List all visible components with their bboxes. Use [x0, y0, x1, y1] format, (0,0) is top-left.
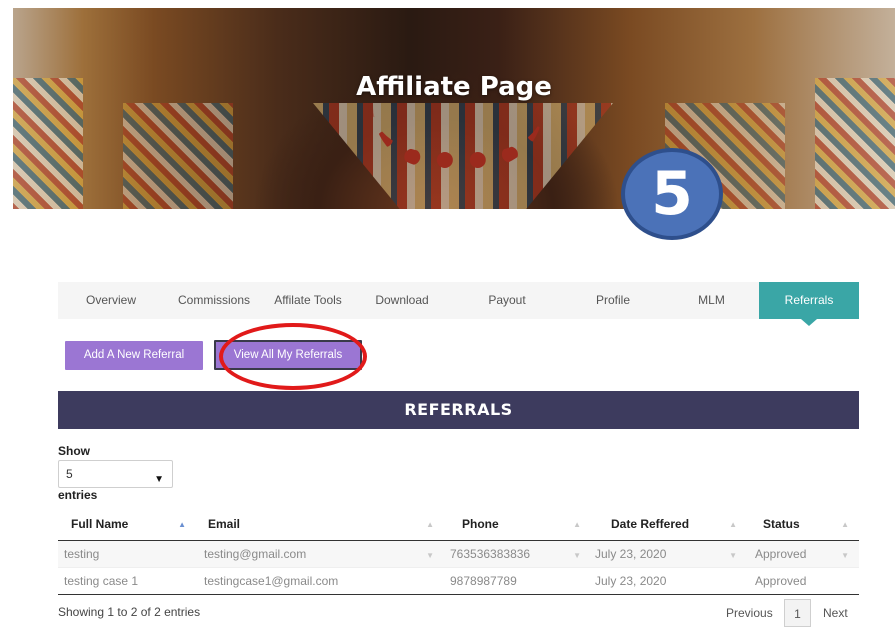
column-header-phone[interactable]: Phone ▲ ▼ — [444, 509, 589, 560]
tab-mlm[interactable]: MLM — [664, 282, 759, 319]
sort-icon: ▲ ▼ — [573, 520, 581, 560]
cell-phone: 763536383836 — [450, 547, 531, 561]
column-label: Email — [208, 517, 241, 531]
cell-phone: 9878987789 — [450, 574, 517, 588]
referrals-table: Full Name ▲ Email ▲ ▼ Phone ▲ ▼ Date Reffe… — [58, 509, 859, 595]
view-all-referrals-button[interactable]: View All My Referrals — [214, 340, 362, 370]
cell-date-referred: July 23, 2020 — [595, 574, 667, 588]
table-header-row: Full Name ▲ Email ▲ ▼ Phone ▲ ▼ Date Reffe… — [58, 509, 859, 560]
sort-icon: ▲ ▼ — [841, 520, 849, 560]
entries-per-page-select[interactable]: 5 ▼ — [58, 460, 173, 488]
tab-bar: Overview Commissions Affilate Tools Down… — [58, 282, 859, 326]
column-label: Full Name — [71, 517, 129, 531]
tab-commissions[interactable]: Commissions — [164, 282, 264, 319]
column-header-date-referred[interactable]: Date Reffered ▲ ▼ — [589, 509, 749, 560]
table-info-text: Showing 1 to 2 of 2 entries — [58, 605, 201, 619]
pagination-page-1[interactable]: 1 — [784, 599, 811, 627]
pagination-next[interactable]: Next — [823, 599, 848, 627]
cell-full-name: testing — [64, 547, 100, 561]
cell-date-referred: July 23, 2020 — [595, 547, 667, 561]
show-label: Show — [58, 444, 90, 458]
step-number-badge: 5 — [621, 148, 723, 240]
column-label: Date Reffered — [611, 517, 690, 531]
sort-icon: ▲ ▼ — [729, 520, 737, 560]
column-header-status[interactable]: Status ▲ ▼ — [749, 509, 859, 560]
entries-select-value: 5 — [66, 467, 73, 481]
table-row: testing case 1 testingcase1@gmail.com 98… — [58, 568, 859, 595]
column-label: Phone — [462, 517, 499, 531]
add-new-referral-button[interactable]: Add A New Referral — [65, 341, 203, 370]
tab-payout[interactable]: Payout — [452, 282, 562, 319]
tab-affiliate-tools[interactable]: Affilate Tools — [264, 282, 352, 319]
column-header-full-name[interactable]: Full Name ▲ — [58, 509, 198, 540]
sort-ascending-icon: ▲ — [178, 520, 186, 529]
column-header-email[interactable]: Email ▲ ▼ — [198, 509, 444, 560]
sort-icon: ▲ ▼ — [426, 520, 434, 560]
fabric-pattern-left-inner — [123, 103, 233, 209]
tab-download[interactable]: Download — [352, 282, 452, 319]
pagination-previous[interactable]: Previous — [726, 599, 773, 627]
column-label: Status — [763, 517, 800, 531]
hero-banner: Affiliate Page — [13, 8, 895, 209]
cell-status: Approved — [755, 574, 807, 588]
chevron-down-icon: ▼ — [154, 474, 164, 485]
tab-profile[interactable]: Profile — [562, 282, 664, 319]
referrals-section-header: REFERRALS — [58, 391, 859, 429]
tab-overview[interactable]: Overview — [58, 282, 164, 319]
page-title: Affiliate Page — [356, 72, 552, 102]
cell-email: testingcase1@gmail.com — [204, 574, 339, 588]
tab-referrals[interactable]: Referrals — [759, 282, 859, 326]
cell-full-name: testing case 1 — [64, 574, 139, 588]
entries-label: entries — [58, 488, 98, 502]
table-row: testing testing@gmail.com 763536383836 J… — [58, 541, 859, 568]
cell-email: testing@gmail.com — [204, 547, 307, 561]
